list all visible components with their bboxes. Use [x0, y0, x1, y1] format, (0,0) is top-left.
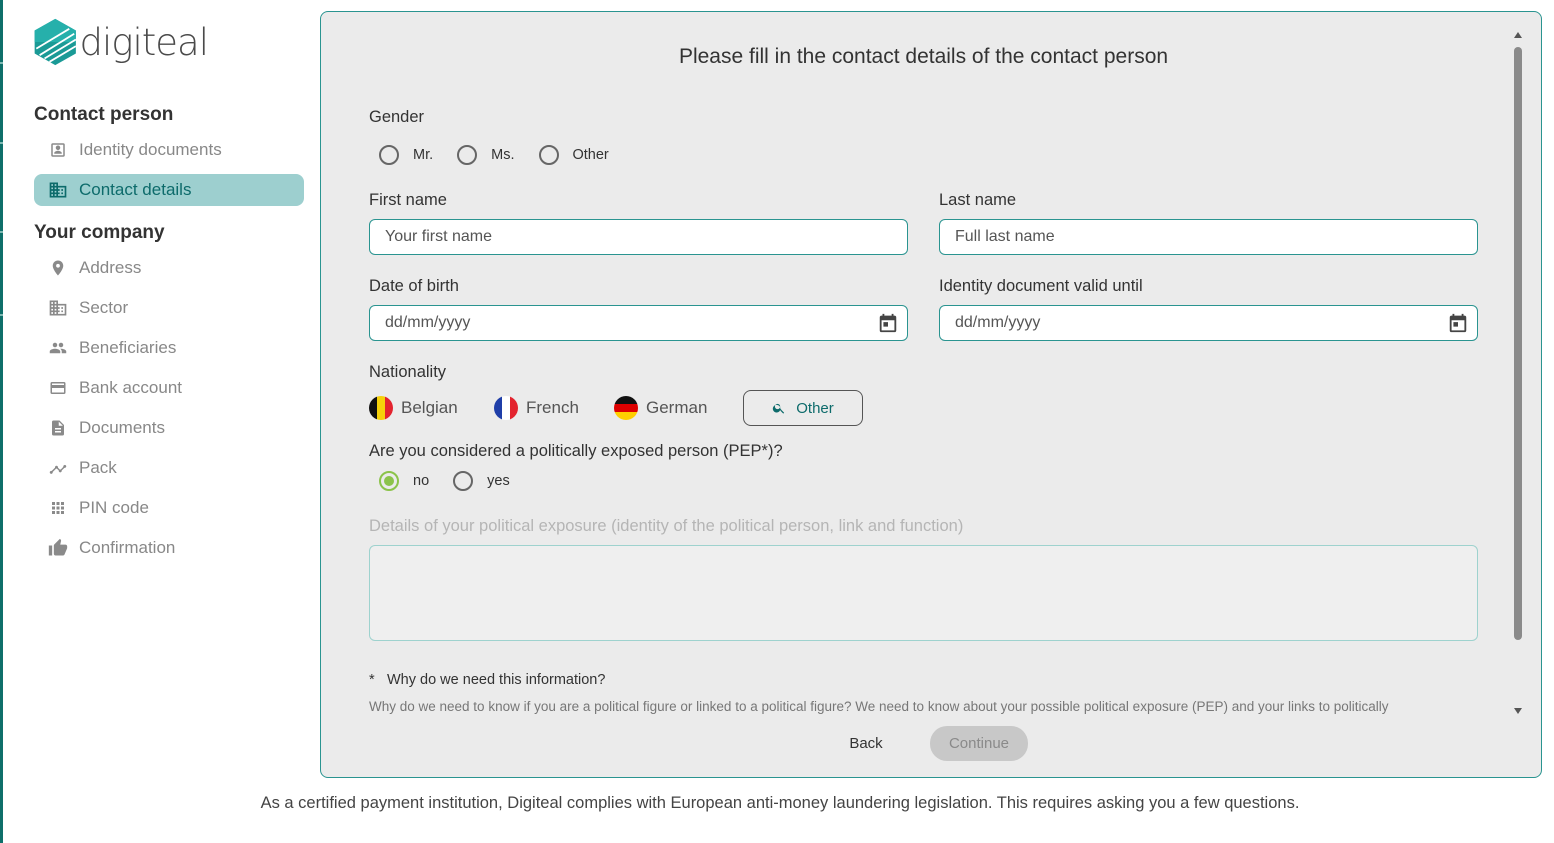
logo-hexagon-icon — [34, 18, 77, 66]
pep-no-label: no — [413, 473, 430, 489]
calendar-icon[interactable] — [1447, 312, 1469, 334]
sidebar-item-pack[interactable]: Pack — [34, 452, 304, 484]
digiteal-logo: digiteal — [33, 12, 209, 72]
people-icon — [48, 338, 68, 358]
scroll-down-arrow-icon[interactable] — [1514, 708, 1522, 714]
nationality-option-label: French — [526, 398, 579, 417]
sidebar-item-sector[interactable]: Sector — [34, 292, 304, 324]
sidebar-item-documents[interactable]: Documents — [34, 412, 304, 444]
edge-marker — [0, 142, 3, 144]
sidebar-item-label: Sector — [79, 298, 129, 317]
building-icon — [48, 180, 68, 200]
nationality-option-label: German — [646, 398, 708, 417]
scroll-up-arrow-icon[interactable] — [1514, 32, 1522, 38]
sidebar-item-label: Identity documents — [79, 140, 222, 159]
building-icon — [48, 298, 68, 318]
last-name-input[interactable] — [939, 219, 1478, 255]
germany-flag-icon — [614, 396, 638, 420]
last-name-label: Last name — [939, 191, 1017, 209]
pep-radio-group: no yes — [379, 471, 534, 491]
nationality-option-label: Belgian — [401, 398, 458, 417]
nationality-belgian[interactable]: Belgian — [369, 396, 458, 420]
sidebar-section-your-company: Your company — [34, 222, 165, 243]
contact-details-panel: Please fill in the contact details of th… — [320, 11, 1542, 778]
continue-button[interactable]: Continue — [930, 726, 1028, 761]
sidebar-section-contact-person: Contact person — [34, 104, 174, 125]
gender-mr-label: Mr. — [413, 147, 434, 163]
sidebar-item-label: Documents — [79, 418, 165, 437]
sidebar-item-confirmation[interactable]: Confirmation — [34, 532, 304, 564]
credit-card-icon — [48, 378, 68, 398]
nationality-label: Nationality — [369, 363, 447, 381]
pep-yes-radio[interactable] — [453, 471, 474, 491]
why-explanation: Why do we need to know if you are a poli… — [369, 699, 1389, 714]
edge-marker — [0, 62, 3, 64]
sidebar-item-bank-account[interactable]: Bank account — [34, 372, 304, 404]
scroll-thumb[interactable] — [1514, 47, 1522, 640]
sidebar-item-contact-details[interactable]: Contact details — [34, 174, 304, 206]
id-valid-until-label: Identity document valid until — [939, 277, 1143, 295]
pep-question: Are you considered a politically exposed… — [369, 442, 783, 460]
nationality-other-button[interactable]: Other — [743, 390, 863, 426]
logo-wordmark: digiteal — [79, 20, 209, 64]
gender-other-label: Other — [572, 147, 609, 163]
panel-scrollbar[interactable] — [1511, 29, 1525, 717]
back-button[interactable]: Back — [826, 728, 906, 758]
pep-no-radio[interactable] — [379, 471, 399, 491]
why-title: Why do we need this information? — [387, 672, 606, 688]
compliance-footer: As a certified payment institution, Digi… — [260, 794, 1300, 812]
edge-marker — [0, 314, 3, 316]
pep-yes-label: yes — [487, 473, 510, 489]
nationality-french[interactable]: French — [494, 396, 579, 420]
sidebar-item-beneficiaries[interactable]: Beneficiaries — [34, 332, 304, 364]
thumbs-up-icon — [48, 538, 68, 558]
document-icon — [48, 418, 68, 438]
first-name-input[interactable] — [369, 219, 908, 255]
id-card-icon — [48, 140, 68, 160]
window-left-edge — [0, 0, 3, 843]
trend-icon — [48, 458, 68, 478]
keypad-icon — [48, 498, 68, 518]
nationality-german[interactable]: German — [614, 396, 707, 420]
belgium-flag-icon — [369, 396, 393, 420]
calendar-icon[interactable] — [877, 312, 899, 334]
gender-other-radio[interactable] — [538, 145, 559, 165]
gender-mr-radio[interactable] — [379, 145, 399, 165]
pep-details-label: Details of your political exposure (iden… — [369, 517, 964, 535]
sidebar-item-label: Pack — [79, 458, 117, 477]
sidebar-item-label: Beneficiaries — [79, 338, 177, 357]
gender-radio-group: Mr. Ms. Other — [379, 145, 633, 165]
sidebar-item-label: Confirmation — [79, 538, 176, 557]
id-valid-until-input[interactable] — [939, 305, 1478, 341]
pep-details-textarea[interactable] — [369, 545, 1478, 641]
sidebar-item-pin-code[interactable]: PIN code — [34, 492, 304, 524]
edge-marker — [0, 231, 3, 233]
why-asterisk: * — [369, 672, 375, 688]
sidebar-item-label: PIN code — [79, 498, 149, 517]
gender-label: Gender — [369, 108, 425, 126]
sidebar-item-label: Address — [79, 258, 142, 277]
date-of-birth-label: Date of birth — [369, 277, 459, 295]
sidebar-item-label: Contact details — [79, 180, 192, 199]
sidebar-item-address[interactable]: Address — [34, 252, 304, 284]
search-icon — [773, 403, 785, 414]
first-name-label: First name — [369, 191, 447, 209]
location-pin-icon — [48, 258, 68, 278]
page-title: Please fill in the contact details of th… — [678, 45, 1169, 68]
gender-ms-label: Ms. — [491, 147, 515, 163]
sidebar-item-label: Bank account — [79, 378, 183, 397]
date-of-birth-input[interactable] — [369, 305, 908, 341]
gender-ms-radio[interactable] — [457, 145, 478, 165]
france-flag-icon — [494, 396, 518, 420]
sidebar-item-identity-documents[interactable]: Identity documents — [34, 134, 304, 166]
other-button-label: Other — [796, 399, 834, 417]
